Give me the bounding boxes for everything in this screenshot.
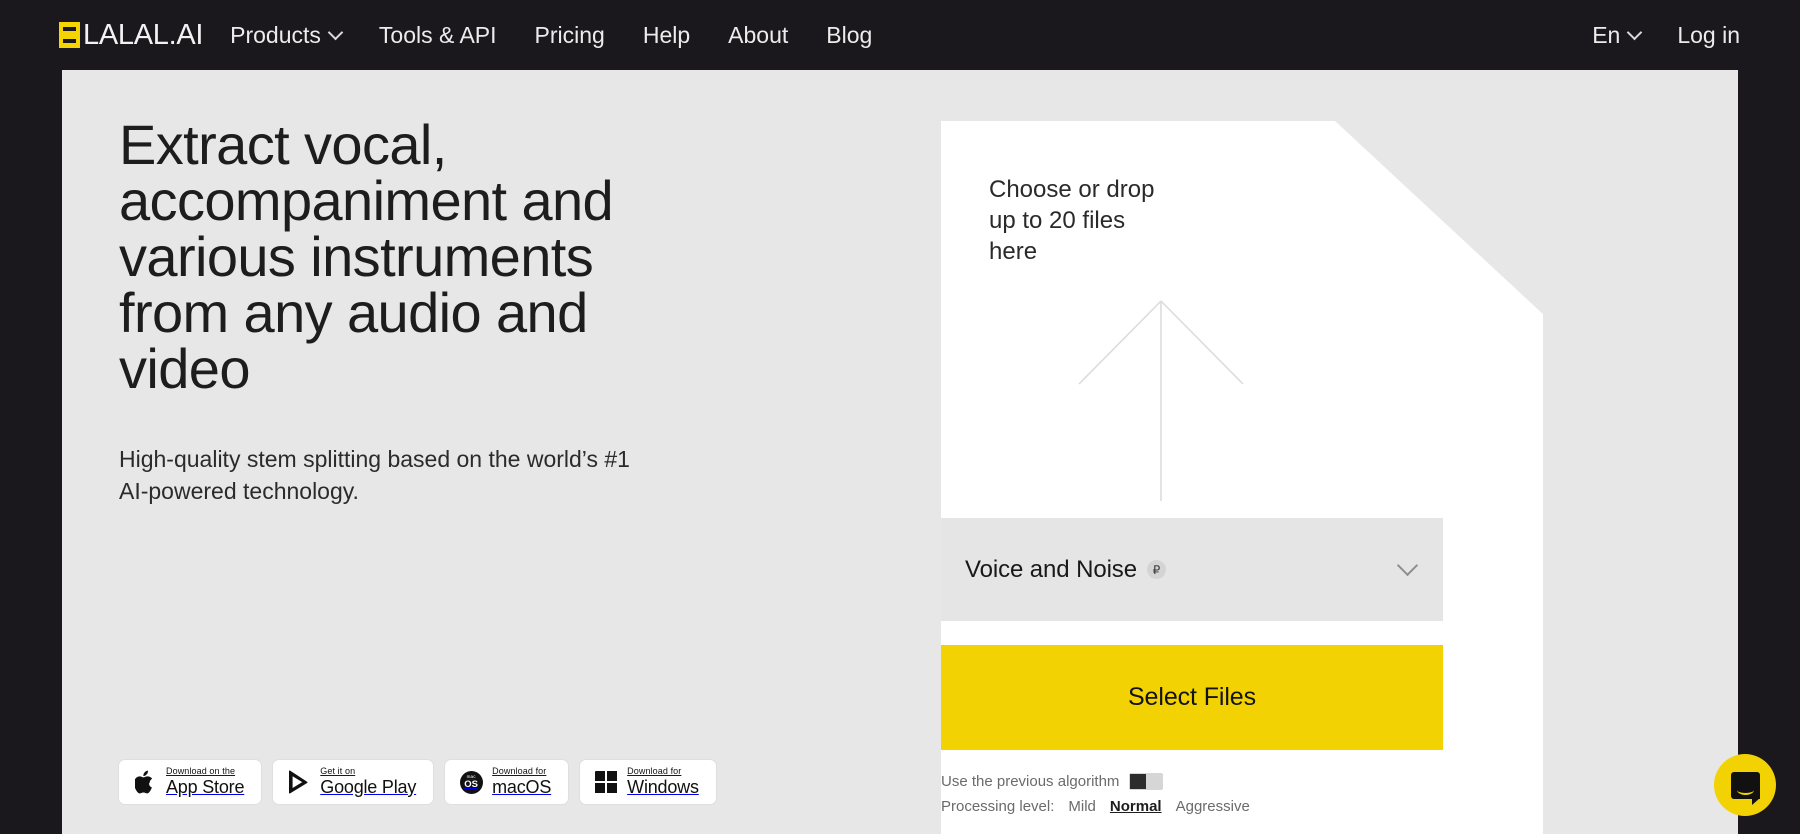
header-right-group: En Log in — [1592, 21, 1740, 48]
badge-small-label: Download on the — [166, 765, 236, 776]
download-badges: Download on the App Store Get it on Goog… — [119, 760, 716, 804]
download-badge-text: Get it on Google Play — [320, 765, 417, 798]
windows-squares-glyph — [595, 771, 618, 793]
brand-logo-link[interactable]: LALAL.AI — [59, 18, 204, 51]
stem-select-dropdown[interactable]: Voice and Noise ₽ — [941, 518, 1443, 621]
chevron-down-icon — [1627, 24, 1643, 41]
previous-algorithm-label: Use the previous algorithm — [941, 773, 1120, 790]
brand-name: LALAL.AI — [83, 18, 204, 51]
download-badge-app-store[interactable]: Download on the App Store — [119, 760, 262, 804]
upload-options: Use the previous algorithm Processing le… — [941, 773, 1461, 815]
processing-level-mild[interactable]: Mild — [1068, 798, 1096, 815]
lalal-logo-icon — [59, 22, 80, 48]
badge-small-label: Get it on — [320, 765, 356, 776]
download-badge-windows[interactable]: Download for Windows — [580, 760, 716, 804]
nav-item-products-label: Products — [230, 21, 321, 48]
processing-level-normal[interactable]: Normal — [1110, 798, 1162, 815]
previous-algorithm-row: Use the previous algorithm — [941, 773, 1461, 790]
processing-level-aggressive[interactable]: Aggressive — [1176, 798, 1250, 815]
download-badge-google-play[interactable]: Get it on Google Play — [273, 760, 434, 804]
previous-algorithm-toggle[interactable] — [1129, 773, 1164, 790]
download-badge-text: Download for Windows — [627, 765, 699, 798]
badge-big-label: Windows — [627, 776, 699, 797]
page-title: Extract vocal, accompaniment and various… — [119, 113, 614, 400]
windows-icon — [594, 769, 618, 795]
page-root: LALAL.AI Products Tools & API Pricing He… — [0, 0, 1800, 834]
primary-nav: Products Tools & API Pricing Help About … — [230, 21, 873, 48]
badge-small-label: Download for — [492, 765, 547, 776]
nav-item-tools-api-label: Tools & API — [378, 21, 497, 48]
login-link[interactable]: Log in — [1677, 21, 1740, 48]
nav-item-pricing[interactable]: Pricing — [534, 21, 605, 48]
upload-card[interactable]: Choose or drop up to 20 files here Voice… — [941, 121, 1543, 834]
nav-item-products[interactable]: Products — [230, 21, 344, 48]
hero-section: Extract vocal, accompaniment and various… — [119, 117, 879, 507]
processing-level-row: Processing level: Mild Normal Aggressive — [941, 798, 1461, 815]
nav-item-help[interactable]: Help — [642, 21, 691, 48]
badge-big-label: App Store — [166, 776, 245, 797]
badge-small-label: Download for — [627, 765, 682, 776]
google-play-icon — [287, 769, 311, 795]
download-badge-macos[interactable]: mac OS Download for macOS — [445, 760, 569, 804]
language-selector-label: En — [1592, 21, 1621, 48]
chevron-down-icon — [327, 24, 344, 41]
site-header: LALAL.AI Products Tools & API Pricing He… — [0, 0, 1800, 70]
chat-launcher-button[interactable] — [1714, 754, 1776, 816]
nav-item-about[interactable]: About — [728, 21, 789, 48]
upload-arrow-icon — [1061, 296, 1261, 506]
nav-item-help-label: Help — [642, 21, 691, 48]
hero-subtitle: High-quality stem splitting based on the… — [119, 446, 630, 504]
macos-icon: mac OS — [459, 769, 483, 795]
nav-item-blog[interactable]: Blog — [826, 21, 873, 48]
select-files-button[interactable]: Select Files — [941, 645, 1443, 750]
chevron-down-icon — [1396, 554, 1419, 577]
main-content: Extract vocal, accompaniment and various… — [62, 70, 1738, 834]
login-link-label: Log in — [1677, 21, 1740, 48]
stem-select-value: Voice and Noise — [965, 555, 1137, 583]
badge-big-label: Google Play — [320, 776, 417, 797]
badge-big-label: macOS — [492, 776, 552, 797]
download-badge-text: Download on the App Store — [166, 765, 245, 798]
apple-icon — [133, 769, 157, 795]
nav-item-about-label: About — [728, 21, 789, 48]
language-selector[interactable]: En — [1592, 21, 1643, 48]
chat-bubble-icon — [1730, 771, 1760, 805]
processing-level-label: Processing level: — [941, 798, 1055, 815]
macos-circle-bottom: OS — [464, 778, 478, 790]
download-badge-text: Download for macOS — [492, 765, 552, 798]
nav-item-tools-api[interactable]: Tools & API — [378, 21, 497, 48]
upload-dropzone-title: Choose or drop up to 20 files here — [989, 176, 1155, 266]
header-left-group: LALAL.AI Products Tools & API Pricing He… — [59, 18, 873, 51]
macos-circle-glyph: mac OS — [459, 770, 483, 794]
stem-select-value-group: Voice and Noise ₽ — [965, 556, 1166, 584]
nav-item-pricing-label: Pricing — [534, 21, 605, 48]
nav-item-blog-label: Blog — [826, 21, 873, 48]
currency-badge-icon: ₽ — [1146, 560, 1166, 579]
